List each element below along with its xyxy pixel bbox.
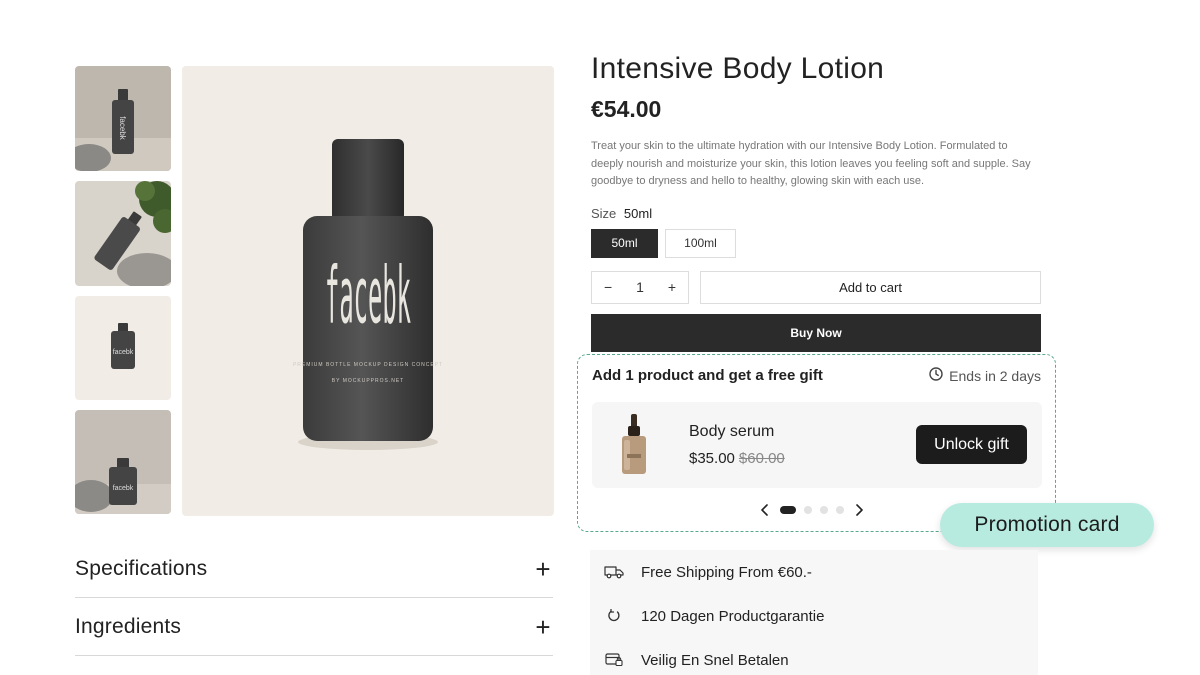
main-product-image: facebk PREMIUM BOTTLE MOCKUP DESIGN CONC…	[182, 66, 554, 516]
add-to-cart-button[interactable]: Add to cart	[700, 270, 1041, 304]
accordion-label: Specifications	[75, 556, 208, 580]
product-title: Intensive Body Lotion	[591, 52, 885, 85]
thumbnail-3[interactable]: facebk	[75, 296, 171, 400]
size-selector-label: Size 50ml	[591, 206, 1041, 221]
benefit-text: Veilig En Snel Betalen	[641, 651, 789, 669]
size-option-50ml[interactable]: 50ml	[591, 228, 658, 258]
quantity-value[interactable]: 1	[636, 279, 644, 295]
serum-image	[610, 410, 658, 480]
thumbnail-1[interactable]: facebk	[75, 66, 171, 171]
plus-icon[interactable]: +	[533, 614, 553, 640]
svg-text:facebk: facebk	[113, 349, 134, 356]
svg-text:facebk: facebk	[118, 116, 127, 141]
size-label: Size	[591, 205, 617, 221]
benefit-item: 120 Dagen Productgarantie	[590, 594, 1038, 638]
truck-icon	[604, 562, 624, 582]
chevron-left-icon[interactable]	[758, 503, 772, 517]
size-option-100ml[interactable]: 100ml	[665, 228, 736, 258]
benefit-text: Free Shipping From €60.-	[641, 563, 812, 581]
thumbnail-gallery: facebk facebk facebk	[75, 66, 171, 524]
bottle-line-2: BY MOCKUPPROS.NET	[332, 378, 404, 384]
bottle-brand-text: facebk	[325, 251, 411, 342]
promotion-title: Add 1 product and get a free gift	[592, 367, 823, 384]
benefit-text: 120 Dagen Productgarantie	[641, 607, 825, 625]
gift-item-price-row: $35.00 $60.00	[689, 450, 785, 467]
svg-text:facebk: facebk	[113, 485, 134, 492]
benefit-item: Veilig En Snel Betalen	[590, 638, 1038, 675]
gift-item: Body serum $35.00 $60.00 Unlock gift	[592, 402, 1042, 488]
gift-item-price: $35.00	[689, 450, 735, 467]
bottle-line-1: PREMIUM BOTTLE MOCKUP DESIGN CONCEPT	[293, 362, 443, 368]
buy-now-button[interactable]: Buy Now	[591, 313, 1041, 352]
carousel-nav	[758, 503, 866, 517]
accordion-ingredients[interactable]: Ingredients +	[75, 598, 553, 656]
promotion-timer: Ends in 2 days	[929, 367, 1041, 384]
accordion-specifications[interactable]: Specifications +	[75, 540, 553, 598]
product-price: €54.00	[591, 96, 662, 122]
secure-payment-icon	[604, 650, 624, 670]
quantity-stepper: − 1 +	[591, 270, 689, 304]
clock-icon	[929, 367, 943, 384]
carousel-dot-1[interactable]	[780, 506, 796, 514]
carousel-dot-3[interactable]	[820, 506, 828, 514]
carousel-dot-4[interactable]	[836, 506, 844, 514]
gift-item-old-price: $60.00	[738, 450, 785, 467]
benefit-item: Free Shipping From €60.-	[590, 550, 1038, 594]
refresh-icon	[604, 606, 624, 626]
increase-quantity-button[interactable]: +	[668, 279, 676, 295]
size-options: 50ml 100ml	[591, 228, 1041, 258]
carousel-dot-2[interactable]	[804, 506, 812, 514]
promotion-ends-text: Ends in 2 days	[949, 367, 1041, 384]
product-description: Treat your skin to the ultimate hydratio…	[591, 140, 1031, 187]
cart-row: − 1 + Add to cart	[591, 270, 1041, 304]
thumbnail-2[interactable]	[75, 181, 171, 286]
accordion-label: Ingredients	[75, 614, 182, 638]
size-selected-value: 50ml	[623, 205, 653, 221]
plus-icon[interactable]: +	[533, 556, 553, 582]
benefits-list: Free Shipping From €60.- 120 Dagen Produ…	[590, 550, 1038, 675]
gift-item-name: Body serum	[689, 423, 775, 440]
product-accordion: Specifications + Ingredients +	[75, 540, 553, 656]
thumbnail-4[interactable]: facebk	[75, 410, 171, 514]
chevron-right-icon[interactable]	[852, 503, 866, 517]
decrease-quantity-button[interactable]: −	[604, 279, 612, 295]
unlock-gift-button[interactable]: Unlock gift	[916, 425, 1027, 464]
promotion-header: Add 1 product and get a free gift Ends i…	[592, 367, 1041, 384]
promotion-callout-label: Promotion card	[940, 503, 1154, 547]
product-info: Intensive Body Lotion €54.00 Treat your …	[591, 50, 1041, 352]
